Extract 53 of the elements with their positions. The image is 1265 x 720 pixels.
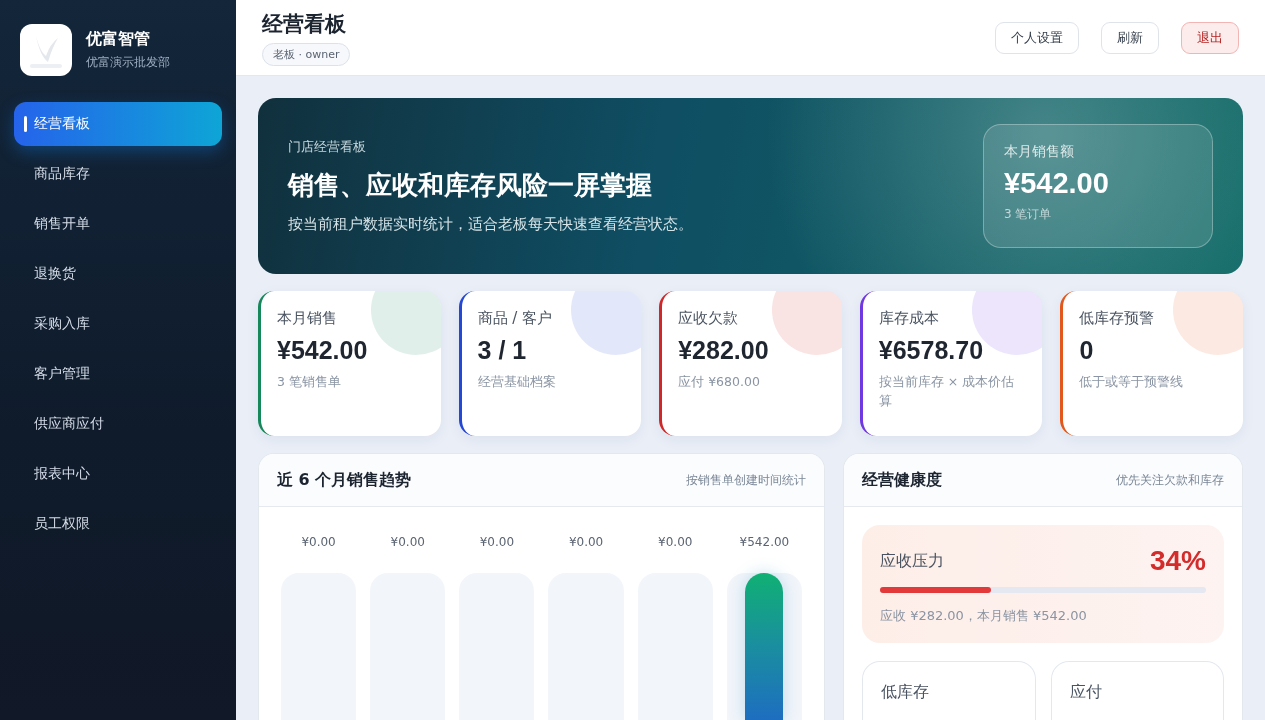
hero-headline: 销售、应收和库存风险一屏掌握 — [288, 169, 653, 202]
sidebar-item[interactable]: 退换货 — [14, 252, 222, 296]
kpi-value: ¥542.00 — [277, 336, 369, 365]
header-button[interactable]: 刷新 — [1101, 21, 1159, 54]
kpi-value: ¥6578.70 — [878, 336, 985, 365]
kpi-value: 0 — [1079, 336, 1095, 365]
bar-value-label: ¥542.00 — [739, 535, 790, 549]
kpi-note: 低于或等于预警线 — [1079, 373, 1185, 391]
bar-value-label: ¥0.00 — [568, 535, 604, 549]
sidebar-item[interactable]: 客户管理 — [14, 352, 222, 396]
logout-button[interactable]: 退出 — [1181, 21, 1239, 54]
kpi-label: 低库存预警 — [1079, 309, 1156, 328]
sidebar-item[interactable]: 销售开单 — [14, 202, 222, 246]
kpi-value: 3 / 1 — [477, 336, 528, 365]
sidebar-item[interactable]: 经营看板 — [14, 102, 222, 146]
pressure-percent: 34% — [1149, 545, 1206, 577]
kpi-label: 应收欠款 — [678, 309, 740, 328]
sidebar-item[interactable]: 供应商应付 — [14, 402, 222, 446]
kpi-value: ¥282.00 — [678, 336, 770, 365]
kpi-note: 3 笔销售单 — [277, 373, 342, 391]
panel-title: 近 6 个月销售趋势 — [277, 469, 412, 491]
kpi-label: 商品 / 客户 — [477, 309, 554, 328]
tile-label: 低库存 — [881, 682, 929, 701]
page-title: 经营看板 — [262, 10, 346, 38]
bar-value-label: ¥0.00 — [390, 535, 425, 549]
panel-hint: 按销售单创建时间统计 — [686, 471, 806, 489]
bar-value-label: ¥0.00 — [301, 535, 336, 549]
kpi-note: 经营基础档案 — [477, 373, 557, 391]
panel-hint: 优先关注欠款和库存 — [1116, 471, 1224, 489]
bar-value-label: ¥0.00 — [479, 535, 515, 549]
bar-value-label: ¥0.00 — [658, 535, 693, 549]
hero-eyebrow: 门店经营看板 — [288, 138, 367, 156]
role-badge: 老板 · owner — [262, 42, 351, 66]
brand-name: 优富智管 — [86, 29, 151, 50]
hero-description: 按当前租户数据实时统计，适合老板每天快速查看经营状态。 — [288, 215, 693, 234]
stat-value: ¥542.00 — [1004, 167, 1110, 200]
stat-note: 3 笔订单 — [1004, 206, 1053, 223]
sidebar-item[interactable]: 报表中心 — [14, 452, 222, 496]
sidebar-item[interactable]: 商品库存 — [14, 152, 222, 196]
organization-name: 优富演示批发部 — [86, 54, 170, 71]
header-button[interactable]: 个人设置 — [995, 21, 1079, 54]
sidebar-item[interactable]: 员工权限 — [14, 502, 222, 546]
kpi-note: 应付 ¥680.00 — [678, 373, 761, 391]
kpi-label: 本月销售 — [277, 309, 338, 328]
panel-title: 经营健康度 — [862, 469, 942, 491]
stat-label: 本月销售额 — [1004, 143, 1075, 161]
sidebar-item[interactable]: 采购入库 — [14, 302, 222, 346]
kpi-label: 库存成本 — [878, 309, 940, 328]
pressure-note: 应收 ¥282.00，本月销售 ¥542.00 — [880, 607, 1088, 625]
kpi-note: 按当前库存 × 成本价估算 — [878, 373, 1016, 410]
tile-label: 应付 — [1069, 682, 1102, 701]
pressure-label: 应收压力 — [880, 550, 944, 572]
logo-icon — [20, 24, 72, 76]
